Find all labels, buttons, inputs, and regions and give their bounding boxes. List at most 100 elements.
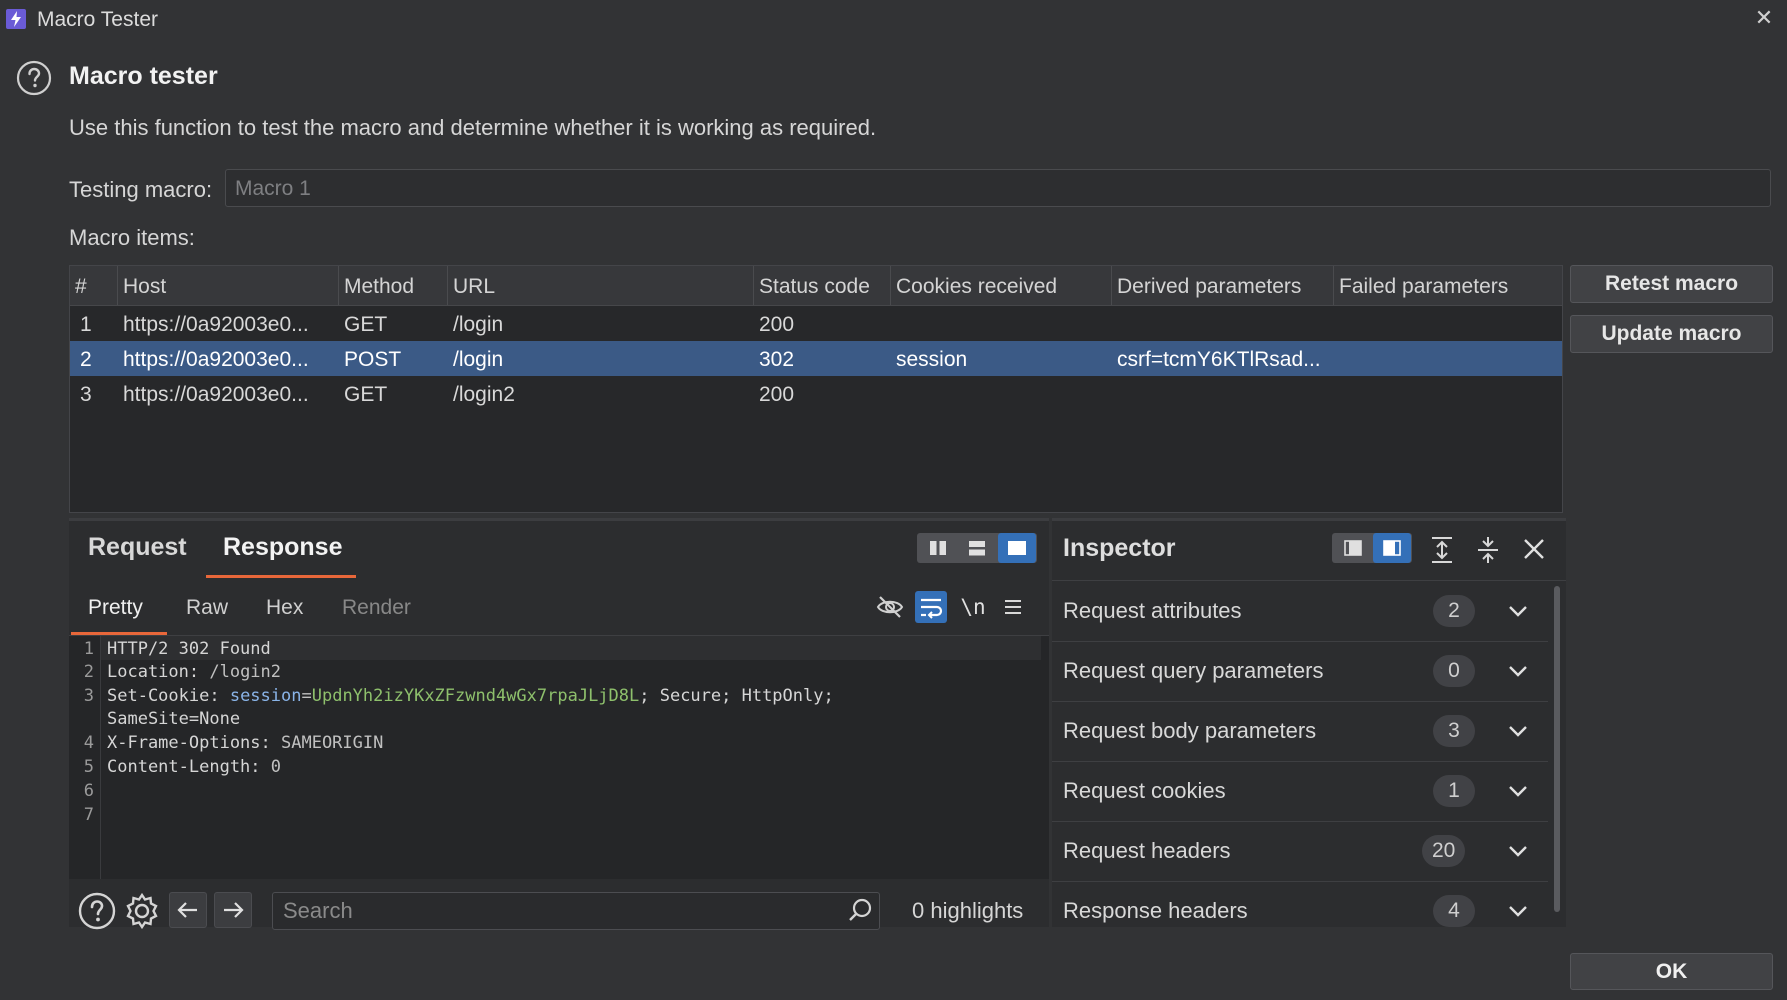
chevron-down-icon[interactable]: [1504, 777, 1532, 805]
subtab-raw[interactable]: Raw: [186, 596, 228, 620]
cell-host: https://0a92003e0...: [123, 348, 309, 371]
inspector-section-response-headers[interactable]: Response headers 4: [1052, 881, 1548, 927]
update-macro-button[interactable]: Update macro: [1570, 315, 1773, 353]
layout-toggle-group: [917, 533, 1037, 563]
single-pane-layout-icon[interactable]: [998, 533, 1036, 563]
previous-arrow-icon[interactable]: [169, 892, 207, 928]
cell-number: 3: [80, 383, 92, 406]
inspector-section-request-attributes[interactable]: Request attributes 2: [1052, 581, 1548, 642]
section-label: Response headers: [1063, 898, 1248, 923]
search-icon[interactable]: [845, 896, 875, 926]
split-vertical-layout-icon[interactable]: [919, 533, 957, 563]
cell-status: 200: [759, 313, 795, 336]
chevron-down-icon[interactable]: [1504, 717, 1532, 745]
column-header-number[interactable]: #: [70, 266, 118, 305]
menu-icon[interactable]: [997, 591, 1029, 623]
column-header-url[interactable]: URL: [448, 266, 754, 305]
testing-macro-label: Testing macro:: [69, 177, 213, 202]
cell-status: 200: [759, 383, 795, 406]
word-wrap-icon[interactable]: [915, 591, 947, 623]
column-header-method[interactable]: Method: [339, 266, 448, 305]
subtab-pretty[interactable]: Pretty: [88, 596, 143, 620]
split-horizontal-layout-icon[interactable]: [958, 533, 996, 563]
description-text: Use this function to test the macro and …: [69, 115, 877, 140]
subtab-render[interactable]: Render: [342, 596, 411, 620]
inspector-section-request-cookies[interactable]: Request cookies 1: [1052, 761, 1548, 822]
line-number-gutter: 1 2 3 4 5 6 7: [69, 636, 101, 879]
count-badge: 3: [1433, 715, 1475, 747]
section-label: Request headers: [1063, 838, 1231, 863]
collapse-all-icon[interactable]: [1470, 533, 1506, 567]
subtab-hex[interactable]: Hex: [266, 596, 303, 620]
cookie-equals: =: [301, 686, 312, 706]
cell-failed: [1334, 376, 1562, 411]
cell-method: POST: [344, 348, 402, 371]
response-body[interactable]: 1 2 3 4 5 6 7 HTTP/2 302 Found Location:…: [69, 636, 1049, 879]
cell-url: /login2: [453, 383, 515, 406]
ok-button[interactable]: OK: [1570, 953, 1773, 990]
close-inspector-icon[interactable]: [1516, 533, 1552, 567]
newline-toggle-icon[interactable]: \n: [957, 591, 989, 623]
column-header-status-code[interactable]: Status code: [754, 266, 891, 305]
hide-eye-icon[interactable]: [874, 591, 906, 623]
cell-host: https://0a92003e0...: [123, 383, 309, 406]
search-input[interactable]: Search: [272, 892, 880, 930]
pane-divider[interactable]: [1052, 518, 1566, 521]
inspector-dock-left-icon[interactable]: [1334, 533, 1372, 563]
table-row[interactable]: 3 https://0a92003e0... GET /login2 200: [70, 376, 1562, 411]
retest-macro-button[interactable]: Retest macro: [1570, 265, 1773, 303]
inspector-scrollbar[interactable]: [1554, 586, 1560, 912]
tab-request[interactable]: Request: [88, 533, 187, 562]
cell-number: 2: [80, 348, 92, 371]
section-label: Request body parameters: [1063, 718, 1317, 743]
code-line-wrapped: SameSite=None: [107, 709, 241, 729]
inspector-section-request-headers[interactable]: Request headers 20: [1052, 821, 1548, 882]
chevron-down-icon[interactable]: [1504, 657, 1532, 685]
header-name: Content-Length:: [107, 757, 261, 777]
chevron-down-icon[interactable]: [1504, 897, 1532, 925]
inspector-dock-right-icon[interactable]: [1373, 533, 1411, 563]
window-title: Macro Tester: [37, 8, 158, 31]
column-header-cookies-received[interactable]: Cookies received: [891, 266, 1112, 305]
next-arrow-icon[interactable]: [214, 892, 252, 928]
column-header-failed-parameters[interactable]: Failed parameters: [1334, 266, 1562, 305]
code-line-content-length: Content-Length: 0: [107, 757, 281, 777]
tab-response[interactable]: Response: [223, 533, 342, 562]
table-row[interactable]: 1 https://0a92003e0... GET /login 200: [70, 306, 1562, 341]
header-name: X-Frame-Options:: [107, 733, 271, 753]
help-icon[interactable]: [77, 891, 117, 931]
testing-macro-field[interactable]: Macro 1: [225, 169, 1771, 207]
inspector-section-request-query-parameters[interactable]: Request query parameters 0: [1052, 641, 1548, 702]
cookie-name: session: [219, 686, 302, 706]
section-label: Request query parameters: [1063, 658, 1324, 683]
cell-cookies: [891, 306, 1112, 341]
chevron-down-icon[interactable]: [1504, 837, 1532, 865]
macro-items-table: # Host Method URL Status code Cookies re…: [69, 265, 1563, 513]
cell-method: GET: [344, 313, 388, 336]
section-label: Request attributes: [1063, 598, 1242, 623]
line-number: 6: [83, 781, 94, 801]
cell-status: 302: [759, 348, 795, 371]
table-row-selected[interactable]: 2 https://0a92003e0... POST /login 302 s…: [70, 341, 1562, 376]
cell-url: /login: [453, 348, 504, 371]
cell-number: 1: [80, 313, 92, 336]
help-icon[interactable]: [16, 60, 52, 96]
active-tab-indicator: [206, 575, 356, 578]
count-badge: 0: [1433, 655, 1475, 687]
expand-all-icon[interactable]: [1424, 533, 1460, 567]
macro-items-label: Macro items:: [69, 225, 195, 250]
inspector-section-request-body-parameters[interactable]: Request body parameters 3: [1052, 701, 1548, 762]
message-editor: Request Response Pretty Raw Hex Render \…: [69, 518, 1049, 930]
close-icon[interactable]: ✕: [1752, 6, 1776, 30]
column-header-host[interactable]: Host: [118, 266, 339, 305]
inspector-layout-toggle-group: [1332, 533, 1412, 563]
gear-icon[interactable]: [122, 891, 162, 931]
line-number: 3: [83, 686, 94, 706]
column-header-derived-parameters[interactable]: Derived parameters: [1112, 266, 1334, 305]
cell-derived: [1112, 376, 1334, 411]
chevron-down-icon[interactable]: [1504, 597, 1532, 625]
cell-failed: [1334, 306, 1562, 341]
search-bar: Search 0 highlights: [69, 879, 1049, 930]
line-number: 7: [83, 805, 94, 825]
pane-divider[interactable]: [69, 518, 1049, 521]
